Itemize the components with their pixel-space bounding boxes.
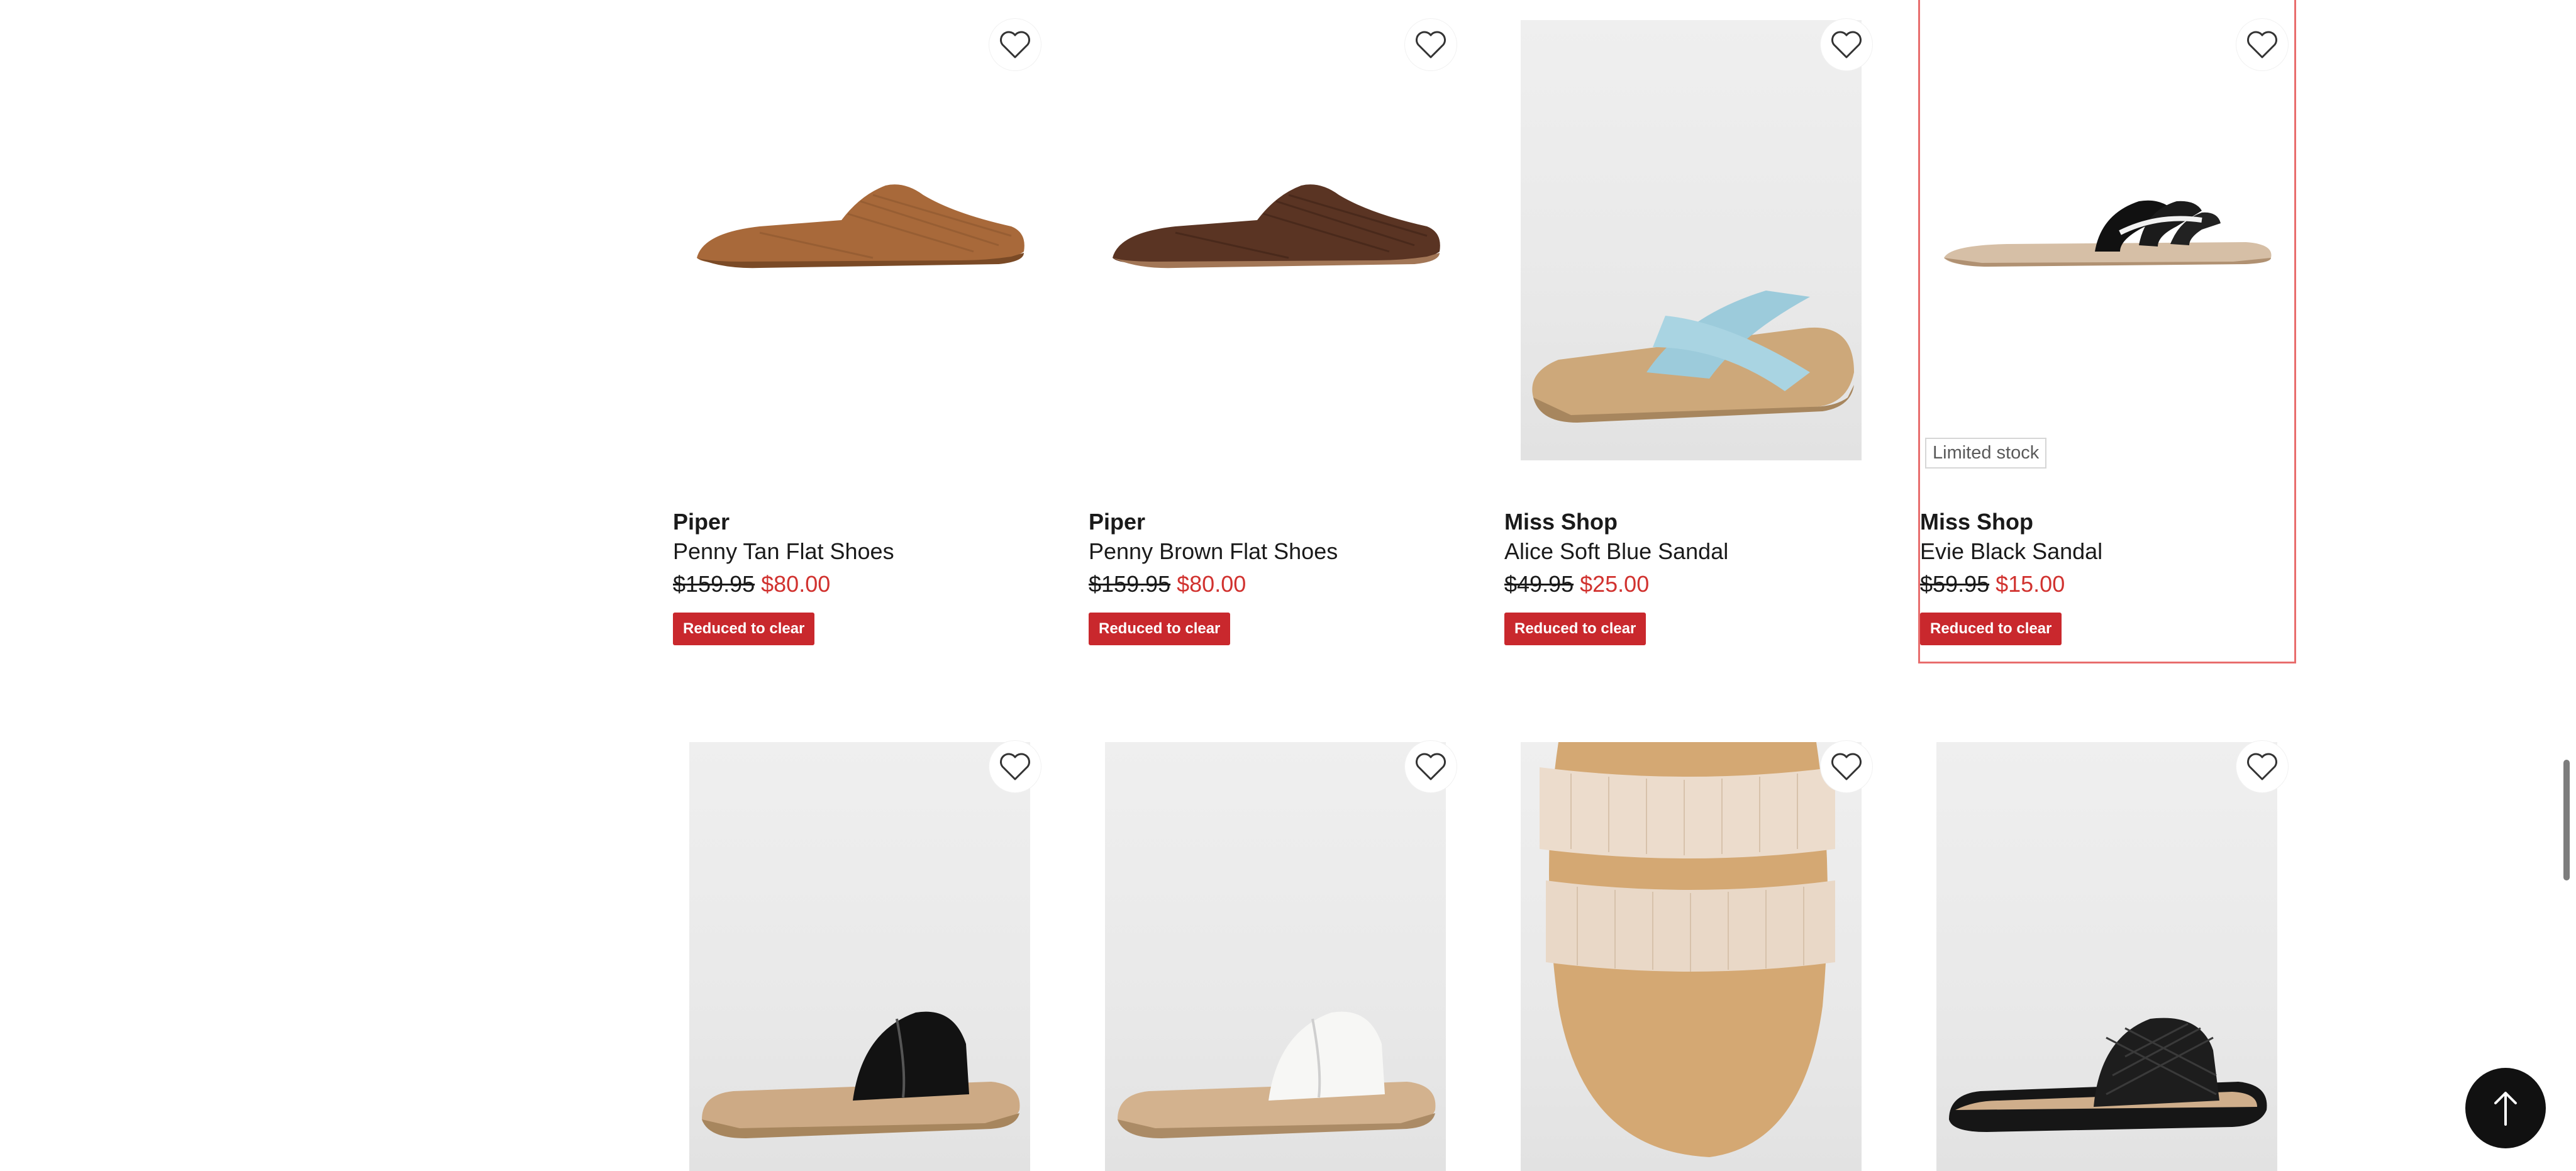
product-card[interactable]: [673, 0, 1047, 1171]
product-image[interactable]: [689, 742, 1030, 1171]
beige-sandal-closeup-image: [1540, 742, 1835, 1157]
page-scrollbar-thumb[interactable]: [2563, 760, 2570, 880]
product-card[interactable]: [1089, 0, 1463, 1171]
product-grid: Piper Penny Tan Flat Shoes $159.95 $80.00…: [673, 0, 2296, 1171]
heart-outline-icon: [1416, 753, 1446, 780]
heart-outline-icon: [1000, 753, 1030, 780]
favourite-button[interactable]: [989, 741, 1041, 792]
product-card[interactable]: [1504, 0, 1879, 1171]
product-image[interactable]: [1521, 742, 1862, 1171]
back-to-top-button[interactable]: [2465, 1068, 2546, 1148]
favourite-button[interactable]: [1405, 741, 1457, 792]
favourite-button[interactable]: [1821, 741, 1872, 792]
heart-outline-icon: [2247, 753, 2277, 780]
product-card[interactable]: [1920, 0, 2294, 1171]
black-woven-slide-image: [1949, 1018, 2267, 1132]
product-image[interactable]: [1936, 742, 2277, 1171]
heart-outline-icon: [1831, 753, 1862, 780]
favourite-button[interactable]: [2236, 741, 2288, 792]
black-slide-image: [702, 1011, 1020, 1138]
white-slide-image: [1118, 1011, 1436, 1138]
arrow-up-icon: [2494, 1092, 2517, 1126]
product-image[interactable]: [1105, 742, 1446, 1171]
